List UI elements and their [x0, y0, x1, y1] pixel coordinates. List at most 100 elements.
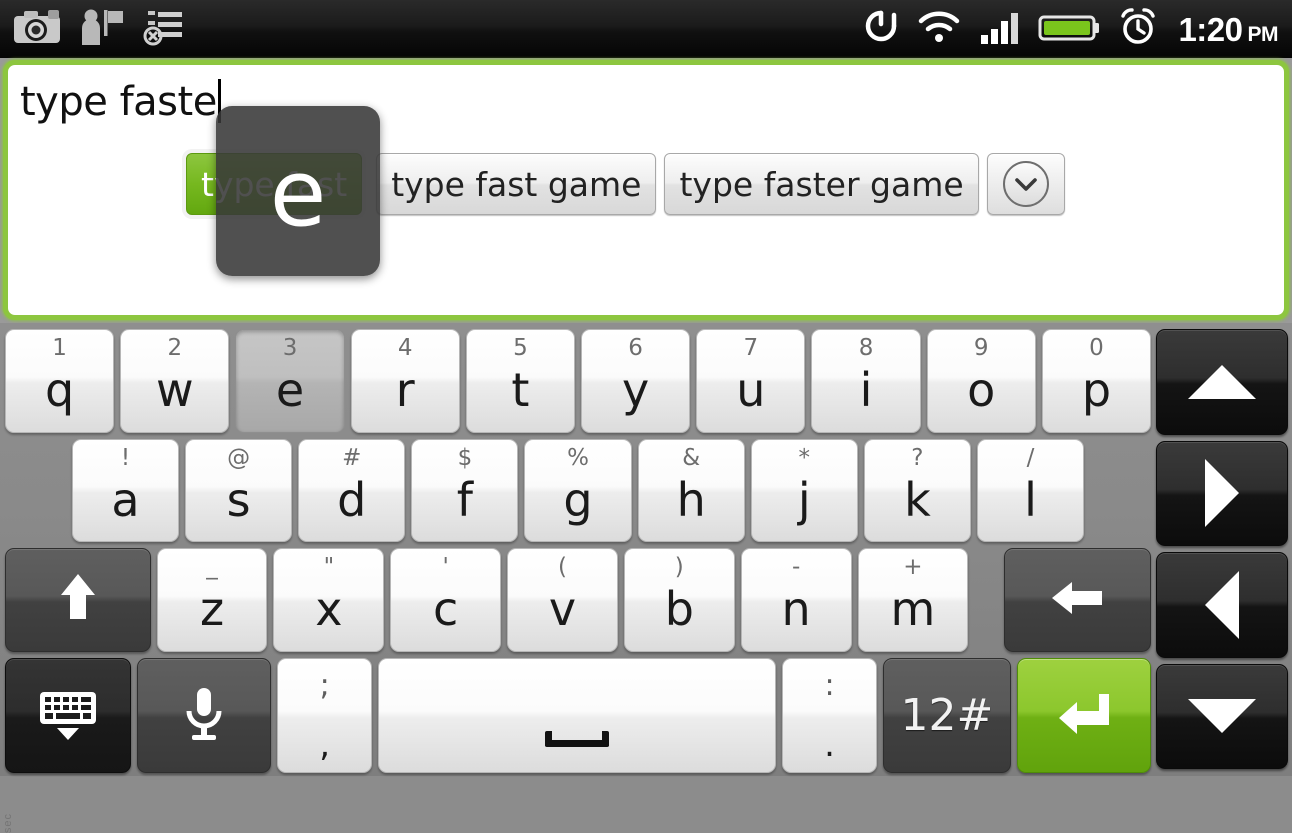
- key-m[interactable]: + m: [857, 548, 969, 652]
- key-alt-label: ;: [319, 668, 330, 703]
- on-screen-keyboard: sec 1 q 2 w 3 e 4 r 5 t 6 y 7 u 8 i 9 o …: [0, 323, 1292, 833]
- key-alt-label: 7: [743, 335, 759, 361]
- key-f[interactable]: $ f: [411, 439, 519, 542]
- shift-key[interactable]: [5, 548, 151, 652]
- alarm-icon: [1116, 7, 1160, 52]
- key-p[interactable]: 0 p: [1041, 329, 1152, 433]
- key-e[interactable]: 3 e: [235, 329, 345, 433]
- key-label: q: [45, 363, 75, 417]
- key-label: s: [226, 472, 251, 527]
- key-a[interactable]: ! a: [71, 439, 180, 542]
- key-n[interactable]: - n: [740, 548, 852, 652]
- key-label: y: [622, 363, 650, 417]
- key-w[interactable]: 2 w: [120, 329, 230, 433]
- key-v[interactable]: ( v: [507, 548, 618, 652]
- space-key[interactable]: [378, 658, 776, 773]
- key-label: w: [155, 363, 194, 417]
- key-q[interactable]: 1 q: [5, 329, 115, 433]
- key-label: h: [676, 472, 706, 527]
- arrow-down-key[interactable]: [1156, 663, 1288, 769]
- key-label: a: [111, 472, 140, 527]
- arrow-up-key[interactable]: [1156, 329, 1288, 435]
- key-alt-label: 4: [397, 335, 413, 361]
- keyboard-row-2: ! a @ s # d $ f % g & h * j ? k / l: [0, 436, 1156, 545]
- key-i[interactable]: 8 i: [811, 329, 921, 433]
- input-value: type faste: [20, 79, 217, 125]
- key-label: o: [967, 363, 996, 417]
- key-label: u: [736, 363, 766, 417]
- key-alt-label: *: [798, 445, 811, 471]
- key-preview-popup: e: [216, 106, 380, 276]
- backspace-arrow-left-icon: [1048, 576, 1108, 624]
- row2-right-gap: [1090, 439, 1151, 542]
- row2-left-gap: [5, 439, 66, 542]
- keyboard-row-3: _ z " x ' c ( v ) b - n + m: [0, 545, 1156, 655]
- key-y[interactable]: 6 y: [581, 329, 691, 433]
- semicolon-comma-key[interactable]: ; ,: [277, 658, 373, 773]
- key-label: k: [904, 472, 931, 527]
- keyboard-row-4: ; , : . 12#: [0, 655, 1156, 776]
- key-t[interactable]: 5 t: [465, 329, 576, 433]
- key-alt-label: ': [442, 554, 449, 580]
- key-label: x: [315, 582, 343, 636]
- key-label: r: [395, 363, 415, 417]
- key-o[interactable]: 9 o: [926, 329, 1036, 433]
- key-d[interactable]: # d: [298, 439, 406, 542]
- expand-suggestions-button[interactable]: [986, 153, 1065, 215]
- key-alt-label: @: [227, 445, 251, 471]
- key-j[interactable]: * j: [750, 439, 858, 542]
- key-alt-label: +: [903, 554, 923, 580]
- arrow-left-key[interactable]: [1156, 552, 1288, 658]
- key-alt-label: %: [567, 445, 589, 471]
- input-value-row: type faste: [20, 79, 221, 125]
- key-label: z: [199, 582, 225, 636]
- sync-icon: [862, 7, 900, 52]
- key-alt-label: 0: [1089, 335, 1104, 361]
- key-alt-label: $: [457, 445, 473, 471]
- key-alt-label: 1: [52, 335, 67, 361]
- key-r[interactable]: 4 r: [350, 329, 460, 433]
- voice-input-key[interactable]: [136, 658, 272, 773]
- key-h[interactable]: & h: [637, 439, 745, 542]
- key-alt-label: 8: [858, 335, 874, 361]
- enter-return-icon: [1053, 688, 1115, 744]
- key-s[interactable]: @ s: [185, 439, 293, 542]
- symbols-key[interactable]: 12#: [883, 658, 1011, 773]
- key-c[interactable]: ' c: [390, 548, 502, 652]
- symbols-key-label: 12#: [900, 689, 994, 741]
- key-label: ,: [319, 725, 331, 765]
- key-label: e: [275, 363, 305, 417]
- key-alt-label: 3: [282, 335, 298, 361]
- key-x[interactable]: " x: [273, 548, 385, 652]
- search-input[interactable]: type faste type fast type fast game type…: [3, 60, 1289, 320]
- key-l[interactable]: / l: [976, 439, 1085, 542]
- key-alt-label: 5: [513, 335, 528, 361]
- colon-period-key[interactable]: : .: [781, 658, 878, 773]
- key-g[interactable]: % g: [524, 439, 632, 542]
- suggestion-chip[interactable]: type fast game: [376, 153, 657, 215]
- key-label: f: [456, 472, 473, 527]
- space-bar-icon: [545, 730, 610, 747]
- key-alt-label: (: [557, 554, 567, 580]
- key-alt-label: ": [323, 554, 335, 580]
- key-u[interactable]: 7 u: [696, 329, 806, 433]
- arrow-right-key[interactable]: [1156, 440, 1288, 546]
- key-label: l: [1024, 472, 1037, 527]
- key-alt-label: ): [674, 554, 684, 580]
- key-b[interactable]: ) b: [623, 548, 735, 652]
- hide-keyboard-key[interactable]: [5, 658, 131, 773]
- suggestion-chip[interactable]: type faster game: [664, 153, 979, 215]
- status-bar-left-icons: [10, 7, 186, 52]
- row3-gap: [974, 548, 998, 652]
- arrow-down-icon: [1188, 699, 1256, 734]
- key-z[interactable]: _ z: [156, 548, 268, 652]
- backspace-key[interactable]: [1004, 548, 1151, 652]
- key-k[interactable]: ? k: [863, 439, 971, 542]
- arrow-left-icon: [1205, 570, 1239, 639]
- arrow-up-icon: [1188, 364, 1256, 399]
- enter-key[interactable]: [1016, 658, 1152, 773]
- key-alt-label: -: [791, 554, 801, 580]
- key-alt-label: 6: [628, 335, 643, 361]
- phone-screen: 1:20 PM type faste type fast type fast g…: [0, 0, 1292, 833]
- microphone-icon: [180, 683, 228, 749]
